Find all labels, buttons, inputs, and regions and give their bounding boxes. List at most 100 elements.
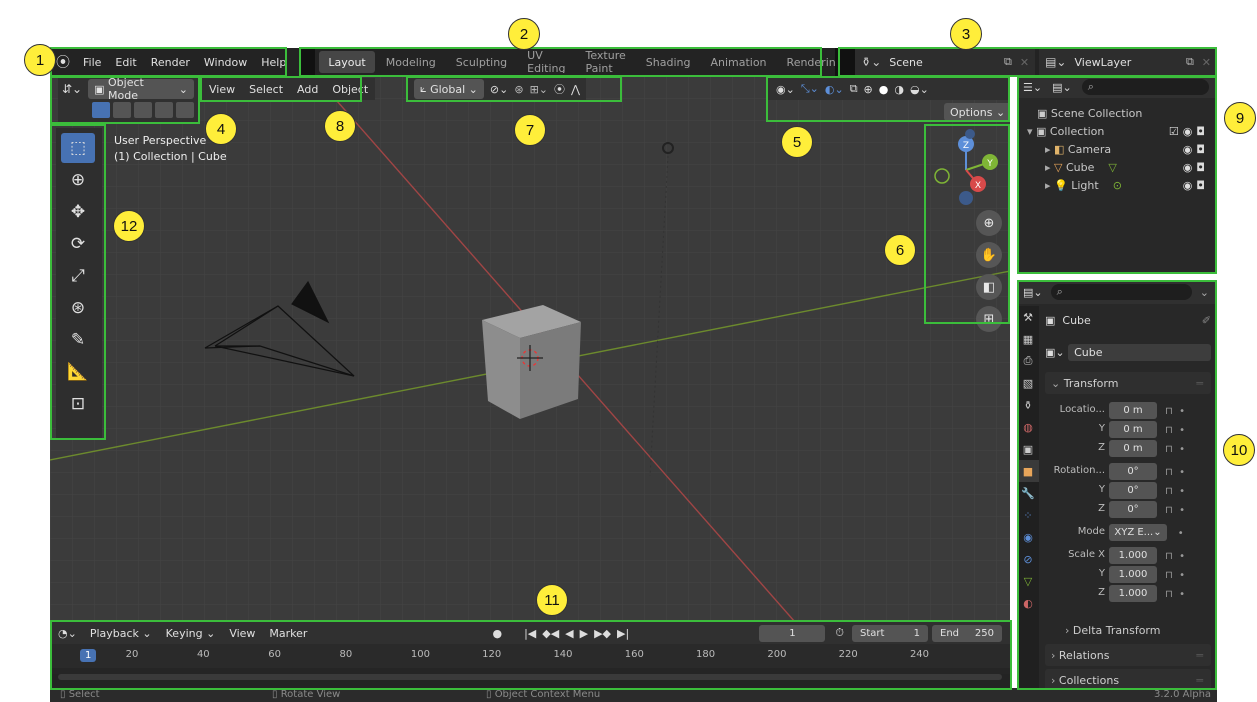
select-subtract-icon[interactable] — [134, 102, 152, 118]
pivot-icon[interactable]: ⊘⌄ — [490, 83, 508, 96]
current-frame-marker[interactable]: 1 — [80, 649, 97, 662]
camera-view-icon[interactable]: ◧ — [976, 274, 1002, 300]
select-invert-icon[interactable] — [155, 102, 173, 118]
rotate-tool[interactable]: ⟳ — [61, 229, 95, 259]
drag-handle-icon[interactable]: ═ — [1196, 649, 1203, 662]
wireframe-shading-icon[interactable]: ⊕ — [864, 83, 873, 96]
expand-icon[interactable]: ▾ — [1027, 125, 1036, 138]
rotation-mode-dropdown[interactable]: XYZ E... ⌄ — [1109, 524, 1167, 541]
menu-select[interactable]: Select — [242, 83, 290, 96]
options-dropdown[interactable]: Options ⌄ — [944, 103, 1010, 121]
measure-tool[interactable]: 📐 — [61, 357, 95, 387]
location-y-field[interactable]: 0 m — [1109, 421, 1157, 438]
world-tab-icon[interactable]: ◍ — [1017, 416, 1039, 438]
record-icon[interactable]: ● — [492, 627, 502, 640]
axis-gizmo[interactable]: Z Y X — [926, 126, 1008, 216]
lock-toggles[interactable]: ⊓ • ⊓ • ⊓ • ⊓ • ⊓ • ⊓ • • ⊓ • ⊓ • ⊓ • — [1165, 402, 1185, 604]
gizmo-toggle-icon[interactable]: ⤡⌄ — [801, 82, 819, 96]
menu-edit[interactable]: Edit — [108, 56, 143, 69]
menu-file[interactable]: File — [76, 56, 108, 69]
next-keyframe-icon[interactable]: ▶◆ — [594, 627, 611, 640]
delta-transform-panel[interactable]: › Delta Transform — [1045, 620, 1211, 640]
jump-end-icon[interactable]: ▶| — [617, 627, 629, 640]
tab-layout[interactable]: Layout — [319, 51, 375, 73]
object-name-field[interactable]: Cube — [1068, 343, 1211, 361]
menu-help[interactable]: Help — [254, 56, 293, 69]
drag-handle-icon[interactable]: ═ — [1196, 377, 1203, 390]
visibility-icon[interactable]: ◉⌄ — [776, 83, 795, 96]
outliner-item-cube[interactable]: ▸ ▽ Cube ▽ ◉◘ — [1023, 158, 1209, 176]
select-extend-icon[interactable] — [113, 102, 131, 118]
ortho-toggle-icon[interactable]: ⊞ — [976, 306, 1002, 332]
collection-tab-icon[interactable]: ▣ — [1017, 438, 1039, 460]
select-new-icon[interactable] — [92, 102, 110, 118]
add-cube-tool[interactable]: ⊡ — [61, 389, 95, 419]
timeline-editor-icon[interactable]: ◔⌄ — [58, 627, 77, 640]
pan-hand-icon[interactable]: ✋ — [976, 242, 1002, 268]
output-tab-icon[interactable]: ⎙ — [1017, 350, 1039, 372]
current-frame-field[interactable]: 1 — [759, 624, 826, 642]
properties-search-input[interactable]: ⌕ — [1050, 284, 1192, 300]
drag-handle-icon[interactable]: ═ — [1196, 674, 1203, 687]
view-layer-selector[interactable]: ▤⌄ ViewLayer ⧉ ✕ — [1039, 48, 1218, 76]
overlay-toggle-icon[interactable]: ◐⌄ — [825, 83, 844, 96]
menu-view[interactable]: View — [222, 627, 262, 640]
visibility-toggles[interactable]: ◉◘ — [1183, 143, 1209, 156]
constraints-tab-icon[interactable]: ⊘ — [1017, 548, 1039, 570]
tab-shading[interactable]: Shading — [637, 51, 700, 73]
falloff-icon[interactable]: ⋀ — [571, 83, 580, 96]
tab-animation[interactable]: Animation — [701, 51, 775, 73]
pin-icon[interactable]: ✐ — [1202, 314, 1211, 327]
select-box-tool[interactable]: ⬚ — [61, 133, 95, 163]
material-shading-icon[interactable]: ◑ — [894, 83, 904, 96]
particles-tab-icon[interactable]: ⁘ — [1017, 504, 1039, 526]
rotation-x-field[interactable]: 0° — [1109, 463, 1157, 480]
snap-target-icon[interactable]: ⊞⌄ — [530, 83, 548, 96]
expand-icon[interactable]: ▸ — [1045, 161, 1054, 174]
expand-icon[interactable]: ▸ — [1045, 179, 1054, 192]
properties-type-icon[interactable]: ▤⌄ — [1023, 286, 1043, 299]
filter-icon[interactable]: ▤⌄ — [1052, 81, 1072, 94]
move-tool[interactable]: ✥ — [61, 197, 95, 227]
scale-x-field[interactable]: 1.000 — [1109, 547, 1157, 564]
stopwatch-icon[interactable]: ⏱ — [835, 626, 844, 640]
play-icon[interactable]: ▶ — [580, 627, 588, 640]
visibility-toggles[interactable]: ◉◘ — [1183, 179, 1209, 192]
collection-row[interactable]: ▾ ▣ Collection ☑◉◘ — [1023, 122, 1209, 140]
object-data-icon[interactable]: ▣⌄ — [1045, 346, 1068, 359]
end-frame-field[interactable]: End 250 — [932, 624, 1002, 642]
visibility-toggles[interactable]: ☑◉◘ — [1169, 125, 1209, 138]
tab-uv-editing[interactable]: UV Editing — [518, 51, 574, 73]
physics-tab-icon[interactable]: ◉ — [1017, 526, 1039, 548]
new-scene-icon[interactable]: ⧉ — [1004, 55, 1012, 69]
cursor-tool[interactable]: ⊕ — [61, 165, 95, 195]
frame-ruler[interactable]: 1 20 40 60 80 100 120 140 160 180 200 220 240 — [50, 644, 1010, 668]
render-tab-icon[interactable]: ▦ — [1017, 328, 1039, 350]
editor-type-icon[interactable]: ⇵⌄ — [62, 82, 82, 96]
object-tab-icon[interactable]: ■ — [1017, 460, 1039, 482]
tab-modeling[interactable]: Modeling — [377, 51, 445, 73]
close-icon[interactable]: ✕ — [1020, 56, 1029, 69]
jump-start-icon[interactable]: |◀ — [524, 627, 536, 640]
orientation-dropdown[interactable]: ⟀ Global ⌄ — [414, 79, 484, 99]
scale-z-field[interactable]: 1.000 — [1109, 585, 1157, 602]
rotation-y-field[interactable]: 0° — [1109, 482, 1157, 499]
transform-tool[interactable]: ⊛ — [61, 293, 95, 323]
menu-window[interactable]: Window — [197, 56, 254, 69]
location-x-field[interactable]: 0 m — [1109, 402, 1157, 419]
tab-sculpting[interactable]: Sculpting — [447, 51, 516, 73]
annotate-tool[interactable]: ✎ — [61, 325, 95, 355]
outliner-search-input[interactable]: ⌕ — [1081, 79, 1209, 95]
snap-icon[interactable]: ⊛ — [514, 83, 523, 96]
visibility-toggles[interactable]: ◉◘ — [1183, 161, 1209, 174]
display-mode-icon[interactable]: ☰⌄ — [1023, 81, 1042, 94]
menu-marker[interactable]: Marker — [262, 627, 314, 640]
xray-icon[interactable]: ⧉ — [850, 82, 858, 96]
mode-dropdown[interactable]: ▣ Object Mode ⌄ — [88, 76, 194, 102]
rendered-shading-icon[interactable]: ◒⌄ — [910, 83, 929, 96]
modifier-tab-icon[interactable]: 🔧 — [1017, 482, 1039, 504]
outliner-item-camera[interactable]: ▸ ◧ Camera ◉◘ — [1023, 140, 1209, 158]
zoom-icon[interactable]: ⊕ — [976, 210, 1002, 236]
scene-collection-row[interactable]: ▣ Scene Collection — [1023, 104, 1209, 122]
data-tab-icon[interactable]: ▽ — [1017, 570, 1039, 592]
